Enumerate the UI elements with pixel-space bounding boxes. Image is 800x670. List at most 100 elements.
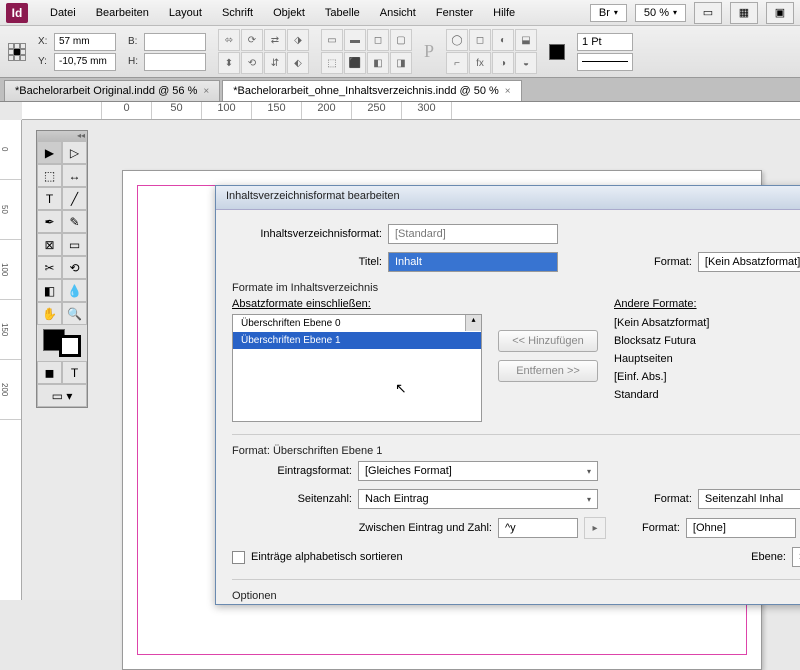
stroke-weight[interactable]: 1 Pt (577, 33, 633, 51)
effects-icon[interactable]: fx (469, 52, 491, 74)
scroll-up-icon[interactable]: ▴ (465, 315, 481, 331)
gradient-tool[interactable]: ◧ (37, 279, 62, 302)
rectangle-frame-tool[interactable]: ⊠ (37, 233, 62, 256)
eyedropper-tool[interactable]: 💧 (62, 279, 87, 302)
menu-layout[interactable]: Layout (159, 3, 212, 23)
apply-color-icon[interactable]: ◼ (37, 361, 62, 384)
list-item[interactable]: Überschriften Ebene 0 (233, 315, 481, 332)
rotate-ccw-icon[interactable]: ⟲ (241, 52, 263, 74)
clear-icon[interactable]: ◨ (390, 52, 412, 74)
height-input[interactable] (144, 53, 206, 71)
toc-format-input[interactable] (388, 224, 558, 244)
list-item[interactable]: Überschriften Ebene 1 (233, 332, 481, 349)
fill-stroke-swatch[interactable] (37, 325, 87, 361)
menu-ansicht[interactable]: Ansicht (370, 3, 426, 23)
document-tab[interactable]: *Bachelorarbeit_ohne_Inhaltsverzeichnis.… (222, 80, 521, 101)
apply-none-icon[interactable]: T (62, 361, 87, 384)
level-stepper[interactable]: ‡2▾ (792, 547, 800, 567)
zoom-level[interactable]: 50 %▾ (635, 4, 686, 22)
transform-tool[interactable]: ⟲ (62, 256, 87, 279)
view-mode-icon[interactable]: ▭ (694, 2, 722, 24)
wrap-jump-icon[interactable]: ⬓ (515, 29, 537, 51)
between-format-label: Format: (642, 522, 680, 534)
corner-icon[interactable]: ⌐ (446, 52, 468, 74)
menu-fenster[interactable]: Fenster (426, 3, 483, 23)
content-icon[interactable]: ▢ (390, 29, 412, 51)
selection-tool[interactable]: ▶ (37, 141, 62, 164)
scale-y-icon[interactable]: ⬍ (218, 52, 240, 74)
document-tab[interactable]: *Bachelorarbeit Original.indd @ 56 %× (4, 80, 220, 101)
ruler-vertical[interactable]: 0 50 100 150 200 (0, 120, 22, 600)
y-input[interactable] (54, 53, 116, 71)
stroke-style[interactable] (577, 53, 633, 71)
page-tool[interactable]: ⬚ (37, 164, 62, 187)
between-input[interactable] (498, 518, 578, 538)
view-mode-toggle[interactable]: ▭ ▾ (37, 384, 87, 407)
screen-mode-icon[interactable]: ▣ (766, 2, 794, 24)
direct-selection-tool[interactable]: ▷ (62, 141, 87, 164)
panel-collapse-icon[interactable]: ◂◂ (37, 131, 87, 141)
wrap-box-icon[interactable]: ◻ (469, 29, 491, 51)
special-char-icon[interactable]: ▸ (584, 517, 606, 539)
title-input[interactable] (388, 252, 558, 272)
include-formats-list[interactable]: Überschriften Ebene 0 Überschriften Eben… (232, 314, 482, 422)
list-item[interactable]: [Kein Absatzformat] (614, 314, 709, 332)
page-num-combo[interactable]: Nach Eintrag▾ (358, 489, 598, 509)
opacity-icon[interactable]: ◑ (492, 52, 514, 74)
arrange-icon[interactable]: ▦ (730, 2, 758, 24)
pen-tool[interactable]: ✒ (37, 210, 62, 233)
zoom-tool[interactable]: 🔍 (62, 302, 87, 325)
between-format-combo[interactable]: [Ohne] (686, 518, 796, 538)
other-formats-list[interactable]: [Kein Absatzformat] Blocksatz Futura Hau… (614, 314, 709, 404)
fitting-icons: ▭▬◻▢ ⬚⬛◧◨ (321, 29, 412, 74)
fill-icon[interactable]: ▬ (344, 29, 366, 51)
fill-swatch[interactable] (549, 44, 565, 60)
menu-schrift[interactable]: Schrift (212, 3, 263, 23)
list-item[interactable]: [Einf. Abs.] (614, 368, 709, 386)
center-icon[interactable]: ◻ (367, 29, 389, 51)
scissors-tool[interactable]: ✂ (37, 256, 62, 279)
menu-objekt[interactable]: Objekt (263, 3, 315, 23)
list-item[interactable]: Standard (614, 386, 709, 404)
width-input[interactable] (144, 33, 206, 51)
x-input[interactable] (54, 33, 116, 51)
menu-datei[interactable]: Datei (40, 3, 86, 23)
ruler-horizontal[interactable]: 0 50 100 150 200 250 300 (22, 102, 800, 120)
type-tool[interactable]: T (37, 187, 62, 210)
hand-tool[interactable]: ✋ (37, 302, 62, 325)
menu-hilfe[interactable]: Hilfe (483, 3, 525, 23)
pencil-tool[interactable]: ✎ (62, 210, 87, 233)
rotate-icon[interactable]: ⟳ (241, 29, 263, 51)
auto-fit-icon[interactable]: ◧ (367, 52, 389, 74)
menu-bearbeiten[interactable]: Bearbeiten (86, 3, 159, 23)
line-tool[interactable]: ╱ (62, 187, 87, 210)
height-label: H: (128, 56, 140, 67)
add-button[interactable]: << Hinzufügen (498, 330, 598, 352)
remove-button[interactable]: Entfernen >> (498, 360, 598, 382)
rectangle-tool[interactable]: ▭ (62, 233, 87, 256)
wrap-shape-icon[interactable]: ◐ (492, 29, 514, 51)
list-item[interactable]: Blocksatz Futura (614, 332, 709, 350)
blend-icon[interactable]: ◒ (515, 52, 537, 74)
fill-prop-icon[interactable]: ⬛ (344, 52, 366, 74)
shear-v-icon[interactable]: ⬖ (287, 52, 309, 74)
reference-point-icon[interactable] (8, 43, 26, 61)
entry-format-combo[interactable]: [Gleiches Format]▾ (358, 461, 598, 481)
close-icon[interactable]: × (505, 86, 511, 97)
bridge-button[interactable]: Br▾ (590, 4, 627, 22)
wrap-none-icon[interactable]: ◯ (446, 29, 468, 51)
close-icon[interactable]: × (203, 86, 209, 97)
fit-icon[interactable]: ▭ (321, 29, 343, 51)
fit-prop-icon[interactable]: ⬚ (321, 52, 343, 74)
page-format-combo[interactable]: Seitenzahl Inhal (698, 489, 800, 509)
menu-tabelle[interactable]: Tabelle (315, 3, 370, 23)
flip-v-icon[interactable]: ⇵ (264, 52, 286, 74)
title-format-combo[interactable]: [Kein Absatzformat] (698, 252, 800, 272)
gap-tool[interactable]: ↔ (62, 164, 87, 187)
scale-x-icon[interactable]: ⬄ (218, 29, 240, 51)
shear-icon[interactable]: ⬗ (287, 29, 309, 51)
flip-h-icon[interactable]: ⇄ (264, 29, 286, 51)
sort-checkbox[interactable] (232, 551, 245, 564)
list-item[interactable]: Hauptseiten (614, 350, 709, 368)
paragraph-style-icon[interactable]: P (424, 41, 434, 62)
